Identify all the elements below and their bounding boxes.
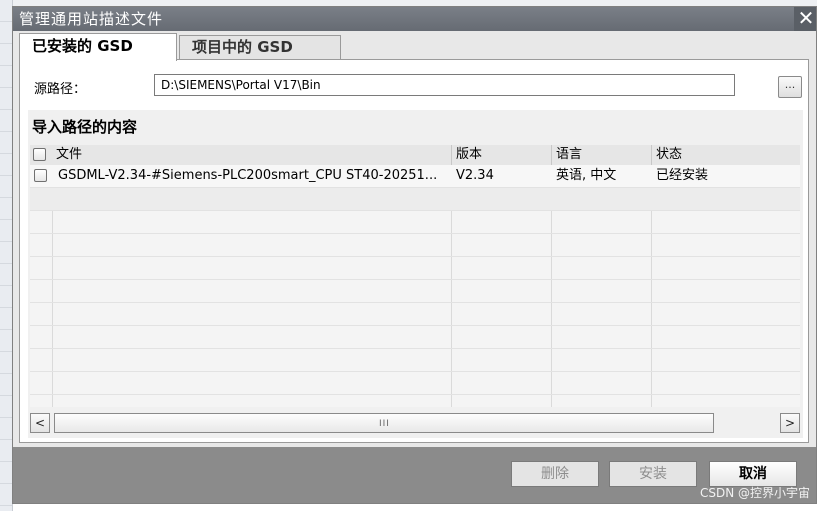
delete-button[interactable]: 删除 xyxy=(511,461,599,487)
close-icon: ✕ xyxy=(797,6,815,30)
grip-icon: III xyxy=(379,419,390,429)
column-header-file[interactable]: 文件 xyxy=(52,145,452,165)
table-header: 文件 版本 语言 状态 xyxy=(30,145,800,166)
cell-language: 英语, 中文 xyxy=(556,168,617,183)
table-row-empty xyxy=(30,257,800,280)
horizontal-scrollbar[interactable]: < III > xyxy=(30,413,800,433)
section-title: 导入路径的内容 xyxy=(32,118,138,136)
chevron-right-icon: > xyxy=(784,416,796,430)
scrollbar-thumb[interactable]: III xyxy=(54,413,714,433)
browse-button[interactable]: ... xyxy=(778,76,802,98)
table-row-empty xyxy=(30,280,800,303)
title-bar[interactable]: 管理通用站描述文件 ✕ xyxy=(13,6,816,31)
column-header-language[interactable]: 语言 xyxy=(552,145,652,165)
ellipsis-icon: ... xyxy=(784,78,796,91)
column-header-status[interactable]: 状态 xyxy=(652,145,800,165)
watermark: CSDN @控界小宇宙 xyxy=(699,486,810,500)
column-header-version[interactable]: 版本 xyxy=(452,145,552,165)
cell-version: V2.34 xyxy=(456,168,494,183)
table-row-empty xyxy=(30,349,800,372)
table-row-empty xyxy=(30,234,800,257)
row-checkbox[interactable] xyxy=(34,169,47,182)
gsd-file-table: 文件 版本 语言 状态 GSDML-V2.34-#Siemens-PLC200s… xyxy=(30,145,800,407)
gsd-manager-dialog: 管理通用站描述文件 ✕ 已安装的 GSD 项目中的 GSD 源路径： D:\SI… xyxy=(12,6,817,504)
close-button[interactable]: ✕ xyxy=(794,6,816,31)
cell-status: 已经安装 xyxy=(656,168,709,183)
install-button[interactable]: 安装 xyxy=(609,461,697,487)
table-row-empty xyxy=(30,372,800,395)
chevron-left-icon: < xyxy=(34,416,46,430)
select-all-checkbox[interactable] xyxy=(33,148,46,161)
scroll-right-button[interactable]: > xyxy=(780,413,800,433)
table-row-empty xyxy=(30,326,800,349)
table-row-empty xyxy=(30,303,800,326)
window-title: 管理通用站描述文件 xyxy=(19,10,164,28)
tab-installed-gsd[interactable]: 已安装的 GSD xyxy=(19,33,177,61)
tab-project-gsd[interactable]: 项目中的 GSD xyxy=(179,35,341,59)
cell-file: GSDML-V2.34-#Siemens-PLC200smart_CPU ST4… xyxy=(58,168,438,183)
table-row[interactable]: GSDML-V2.34-#Siemens-PLC200smart_CPU ST4… xyxy=(30,165,800,188)
source-path-input[interactable]: D:\SIEMENS\Portal V17\Bin xyxy=(154,74,735,96)
table-row-empty xyxy=(30,188,800,211)
import-content-section: 导入路径的内容 文件 版本 语言 状态 GSDML-V2.34-#Siemens… xyxy=(28,110,803,438)
tab-panel: 源路径： D:\SIEMENS\Portal V17\Bin ... 导入路径的… xyxy=(19,59,809,443)
button-bar: 删除 安装 取消 CSDN @控界小宇宙 xyxy=(13,447,816,503)
source-path-label: 源路径： xyxy=(34,82,87,97)
scroll-left-button[interactable]: < xyxy=(30,413,50,433)
table-row-empty xyxy=(30,211,800,234)
